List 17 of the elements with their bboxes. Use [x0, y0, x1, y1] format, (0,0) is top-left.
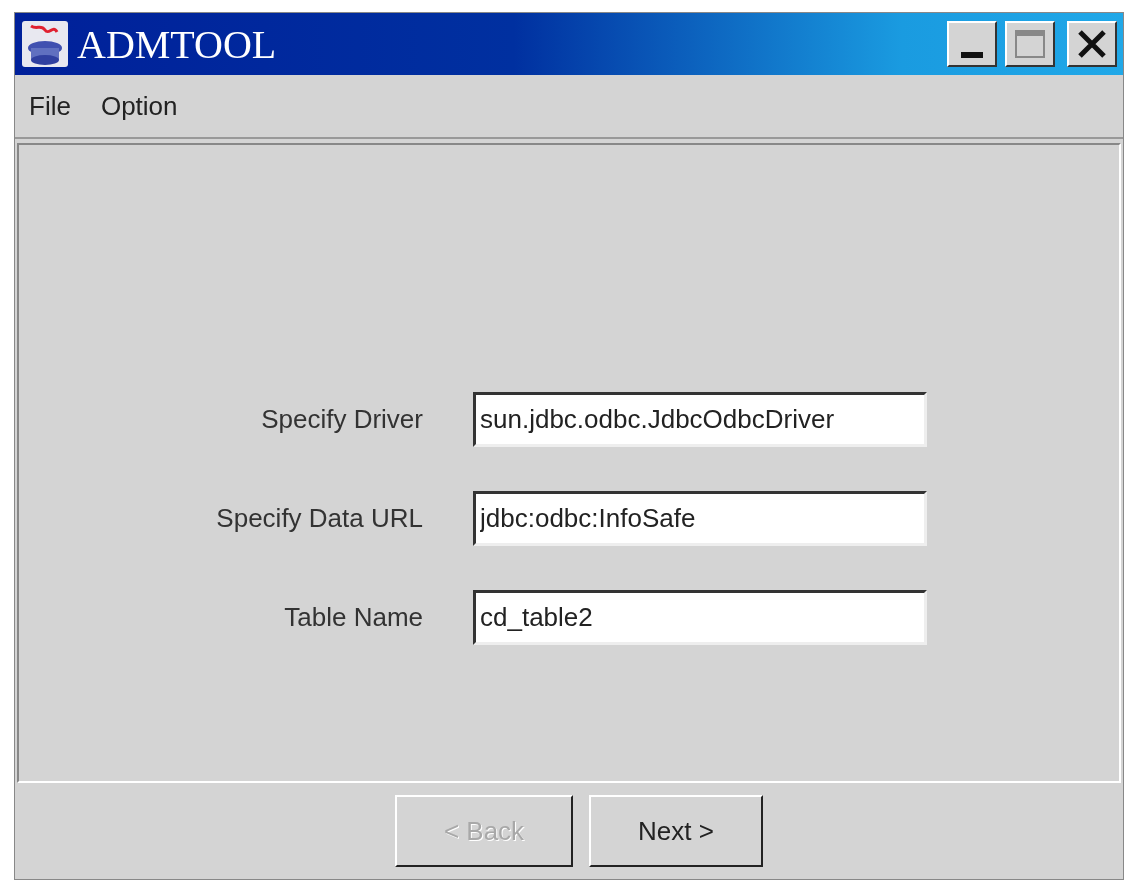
minimize-icon	[961, 52, 983, 58]
input-field[interactable]: sun.jdbc.odbc.JdbcOdbcDriver	[473, 391, 927, 447]
window-title: ADMTOOL	[77, 20, 278, 68]
next-button[interactable]: Next >	[589, 795, 763, 867]
close-icon	[1077, 29, 1107, 59]
menu-item[interactable]: Option	[100, 90, 178, 122]
field-label: Specify Data URL	[215, 502, 423, 534]
maximize-button[interactable]	[1005, 21, 1055, 67]
input-field[interactable]: jdbc:odbc:InfoSafe	[473, 490, 927, 546]
app-icon	[21, 20, 69, 68]
field-label: Specify Driver	[260, 403, 423, 435]
minimize-button[interactable]	[947, 21, 997, 67]
maximize-icon	[1014, 29, 1046, 59]
close-button[interactable]	[1067, 21, 1117, 67]
menu-item[interactable]: File	[29, 90, 71, 122]
field-label: Table Name	[283, 601, 423, 633]
input-field[interactable]: cd_table2	[473, 589, 927, 645]
